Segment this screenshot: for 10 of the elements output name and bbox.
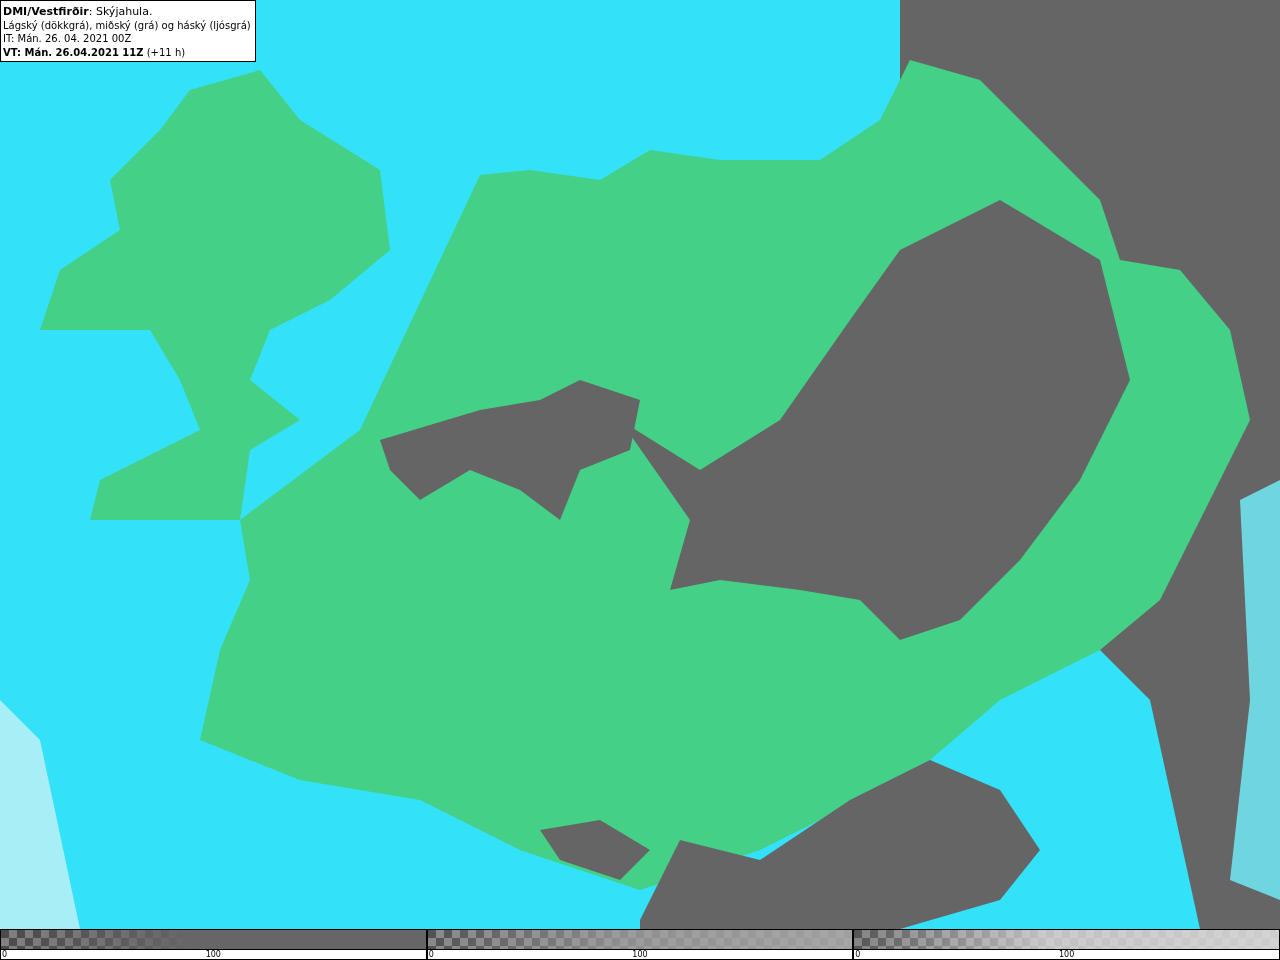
info-text: DMI/Vestfirðir: Skýjahula. — [3, 5, 154, 19]
info-text: IT: Mán. 26. 04. 2021 00Z — [3, 32, 133, 46]
scale-label: 0 — [855, 949, 861, 960]
scale-label: 100 — [205, 949, 221, 960]
scale-label: 100 — [632, 949, 648, 960]
info-text: Lágský (dökkgrá), miðský (grá) og háský (ljósgrá) — [3, 18, 251, 32]
scale-label: 0 — [2, 949, 8, 960]
scale-label: 100 — [1059, 949, 1075, 960]
info-text: VT: Mán. 26.04.2021 11Z (+11 h) — [3, 45, 187, 59]
scale-label: 0 — [428, 949, 434, 960]
